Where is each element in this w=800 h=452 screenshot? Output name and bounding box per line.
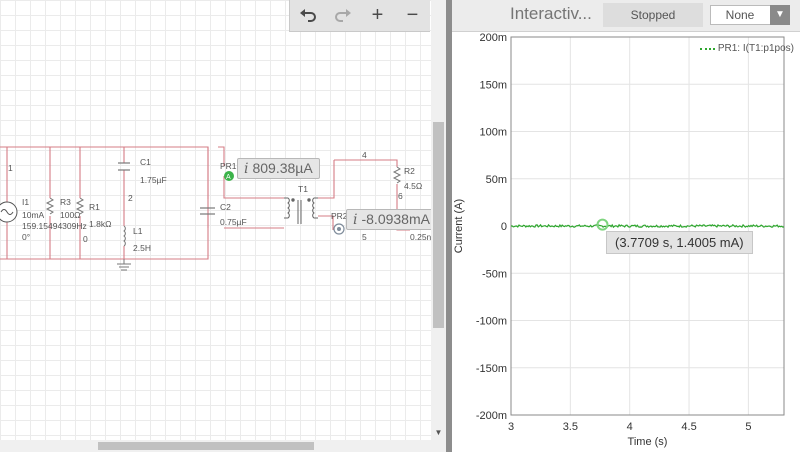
r1-value: 1.8kΩ: [89, 219, 111, 229]
y-axis-ticks: 200m 150m 100m 50m 0 -50m -100m -150m -200m: [476, 32, 507, 422]
r2-name: R2: [404, 166, 415, 176]
y-tick-label: 50m: [486, 174, 507, 186]
redo-button[interactable]: [325, 0, 360, 31]
current-symbol: i: [244, 161, 249, 177]
pr1-name: PR1: [220, 161, 237, 171]
schematic-toolbar: + −: [289, 0, 430, 32]
svg-text:A: A: [226, 174, 231, 181]
x-tick-label: 3.5: [563, 421, 578, 433]
inductor-l1[interactable]: [123, 225, 126, 247]
probe-pr1-marker[interactable]: A: [224, 171, 234, 181]
node-label-1: 1: [8, 163, 13, 173]
vertical-scrollbar[interactable]: ▼: [431, 0, 446, 440]
c1-name: C1: [140, 157, 151, 167]
probe-pr1-value: 809.38µA: [252, 160, 313, 176]
probe-pr2-marker[interactable]: [333, 223, 345, 235]
capacitor-c1[interactable]: [118, 162, 130, 171]
plot-legend: PR1: I(T1:p1pos): [699, 43, 794, 54]
redo-icon: [334, 8, 351, 22]
cursor-readout: (3.7709 s, 1.4005 mA): [606, 231, 753, 254]
transformer-t1[interactable]: [284, 197, 318, 224]
current-source-i1[interactable]: [0, 201, 18, 223]
node-label-0: 0: [83, 234, 88, 244]
resistor-r2[interactable]: [392, 166, 402, 184]
x-tick-label: 4.5: [681, 421, 696, 433]
horizontal-scrollbar-thumb[interactable]: [98, 442, 314, 450]
y-tick-label: -50m: [482, 268, 507, 280]
l1-name: L1: [133, 226, 143, 236]
grapher-panel: Interactiv... Stopped None ▼ 200m 150m 100…: [452, 0, 800, 452]
schematic-canvas[interactable]: A 1 2 4 5 6 0 I1 10mA 159.15494309Hz 0° …: [0, 0, 446, 452]
node-label-5: 5: [362, 232, 367, 242]
r1-name: R1: [89, 202, 100, 212]
node-label-4: 4: [362, 150, 367, 160]
r3-name: R3: [60, 197, 71, 207]
node-label-2: 2: [128, 193, 133, 203]
vertical-scrollbar-thumb[interactable]: [433, 122, 444, 328]
y-axis-label: Current (A): [453, 199, 465, 253]
zoom-in-button[interactable]: +: [360, 0, 395, 31]
probe-pr1-readout: i 809.38µA: [237, 158, 320, 179]
horizontal-scrollbar[interactable]: [0, 440, 446, 452]
y-tick-label: 0: [501, 221, 507, 233]
current-symbol: i: [353, 212, 358, 228]
y-tick-label: -150m: [476, 363, 507, 375]
ground-symbol: [117, 259, 131, 271]
i1-phase: 0°: [22, 232, 30, 242]
x-axis-ticks: 3 3.5 4 4.5 5: [508, 421, 752, 433]
zoom-out-button[interactable]: −: [395, 0, 430, 31]
series-line-pr1: [510, 223, 785, 229]
c2-value: 0.75µF: [220, 217, 247, 227]
l1-value: 2.5H: [133, 243, 151, 253]
i1-name: I1: [22, 197, 29, 207]
x-axis-label: Time (s): [628, 436, 668, 448]
y-tick-label: -100m: [476, 316, 507, 328]
y-tick-label: 150m: [479, 79, 507, 91]
extra-value: 0.25n: [410, 232, 432, 242]
r2-value: 4.5Ω: [404, 181, 422, 191]
t1-name: T1: [298, 184, 308, 194]
undo-button[interactable]: [290, 0, 325, 31]
resistor-r3[interactable]: [45, 197, 55, 215]
scroll-down-arrow-icon[interactable]: ▼: [431, 426, 446, 440]
node-label-6: 6: [398, 191, 403, 201]
i1-amp: 10mA: [22, 210, 45, 220]
legend-label: PR1: I(T1:p1pos): [717, 43, 794, 54]
y-tick-label: 100m: [479, 127, 507, 139]
y-tick-label: -200m: [476, 410, 507, 422]
legend-swatch: [699, 47, 715, 50]
y-tick-label: 200m: [479, 32, 507, 44]
transient-plot[interactable]: 200m 150m 100m 50m 0 -50m -100m -150m -200m 3 3.5…: [452, 0, 800, 452]
x-tick-label: 4: [627, 421, 633, 433]
probe-pr2-readout: i -8.0938mA: [346, 209, 437, 230]
probe-pr2-value: -8.0938mA: [361, 211, 430, 227]
c2-name: C2: [220, 202, 231, 212]
i1-freq: 159.15494309Hz: [22, 221, 87, 231]
r3-value: 100Ω: [60, 210, 81, 220]
x-tick-label: 5: [745, 421, 751, 433]
x-tick-label: 3: [508, 421, 514, 433]
undo-icon: [299, 8, 316, 22]
c1-value: 1.75µF: [140, 175, 167, 185]
